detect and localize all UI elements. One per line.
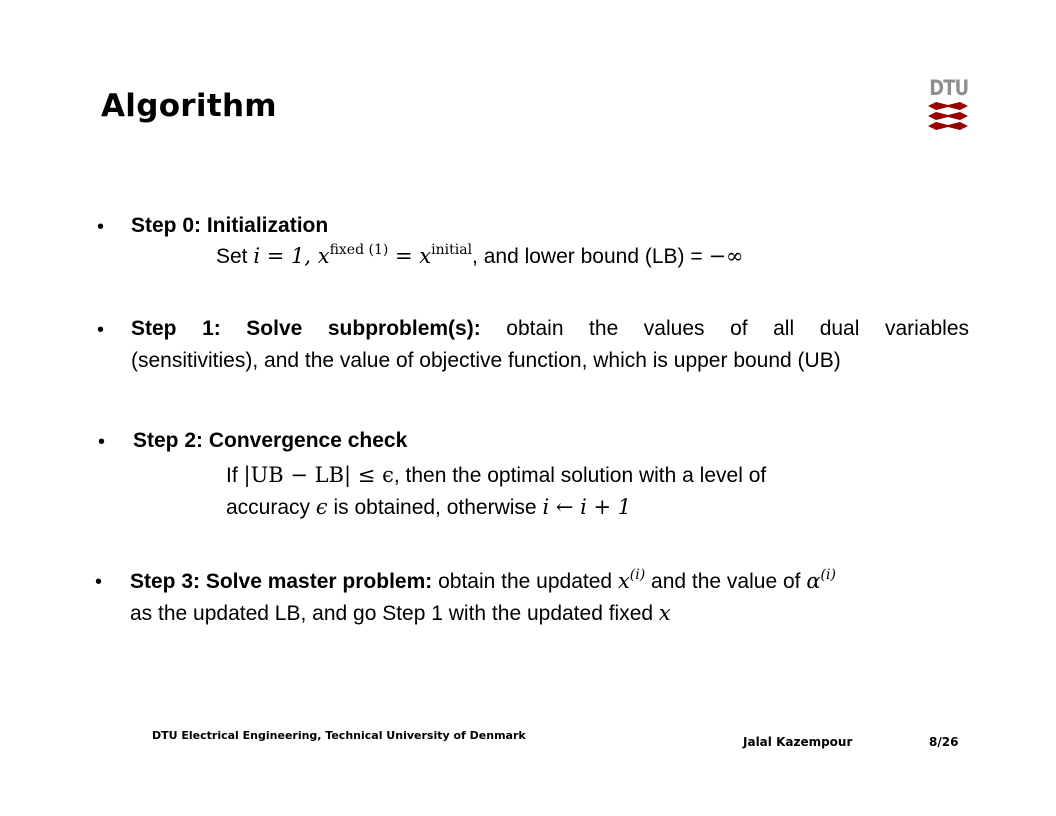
step3-alpha-sup: (i) xyxy=(820,567,836,583)
step3-x-sup: (i) xyxy=(629,567,646,583)
step1-line2: (sensitivities), and the value of object… xyxy=(131,349,841,372)
bullet-step1: • xyxy=(97,319,105,341)
step0-set: Set xyxy=(216,245,254,268)
step3-line2-x: x xyxy=(658,601,671,625)
step2-line1: If |UB − LB| ≤ ϵ, then the optimal solut… xyxy=(226,459,766,492)
step3-mid: and the value of xyxy=(645,570,807,593)
step3-alpha: α xyxy=(806,569,821,593)
step3-heading: Step 3: Solve master problem: xyxy=(130,570,433,593)
step3-line1: Step 3: Solve master problem: obtain the… xyxy=(130,565,836,600)
step3-line2: as the updated LB, and go Step 1 with th… xyxy=(130,597,671,630)
step1-text1: obtain the values of all dual variables xyxy=(506,317,970,340)
step0-neg-inf: −∞ xyxy=(708,244,744,268)
step0-eq2: = x xyxy=(388,244,432,268)
dtu-logo: DTU xyxy=(926,76,970,136)
step0-sup-initial: initial xyxy=(431,242,473,258)
slide-title: Algorithm xyxy=(101,88,277,124)
step2-accuracy: accuracy xyxy=(226,496,316,519)
step1-line1: Step 1: Solve subproblem(s): obtain the … xyxy=(131,313,969,345)
bullet-step3: • xyxy=(95,571,103,593)
footer-institution: DTU Electrical Engineering, Technical Un… xyxy=(152,729,526,742)
dtu-logo-emblem xyxy=(928,102,968,130)
step2-heading: Step 2: Convergence check xyxy=(133,429,408,452)
step3-x: x xyxy=(617,569,630,593)
step0-line: Set i = 1, xfixed (1) = xinitial, and lo… xyxy=(216,240,744,275)
step3-pre: obtain the updated xyxy=(432,570,618,593)
step1-heading: Step 1: Solve subproblem(s): xyxy=(131,317,481,340)
bullet-step0: • xyxy=(97,216,105,238)
step0-rest: , and lower bound (LB) = xyxy=(472,245,709,268)
bullet-step2: • xyxy=(98,431,106,453)
step2-if: If xyxy=(226,464,244,487)
page-number: 8/26 xyxy=(929,735,959,749)
step2-mid: is obtained, otherwise xyxy=(327,496,543,519)
step2-eps: ϵ xyxy=(315,495,328,519)
step2-line2: accuracy ϵ is obtained, otherwise i ← i … xyxy=(226,491,631,524)
step2-update: i ← i + 1 xyxy=(542,495,632,519)
step2-cond: |UB − LB| ≤ ϵ xyxy=(243,463,394,487)
step2-rest: , then the optimal solution with a level… xyxy=(393,464,767,487)
step0-sup-fixed: fixed (1) xyxy=(329,242,389,258)
step0-heading: Step 0: Initialization xyxy=(131,214,329,237)
step0-eq1: i = 1, x xyxy=(253,244,330,268)
footer-author: Jalal Kazempour xyxy=(743,735,853,749)
step3-line2-pre: as the updated LB, and go Step 1 with th… xyxy=(130,602,659,625)
dtu-logo-text: DTU xyxy=(929,76,969,100)
